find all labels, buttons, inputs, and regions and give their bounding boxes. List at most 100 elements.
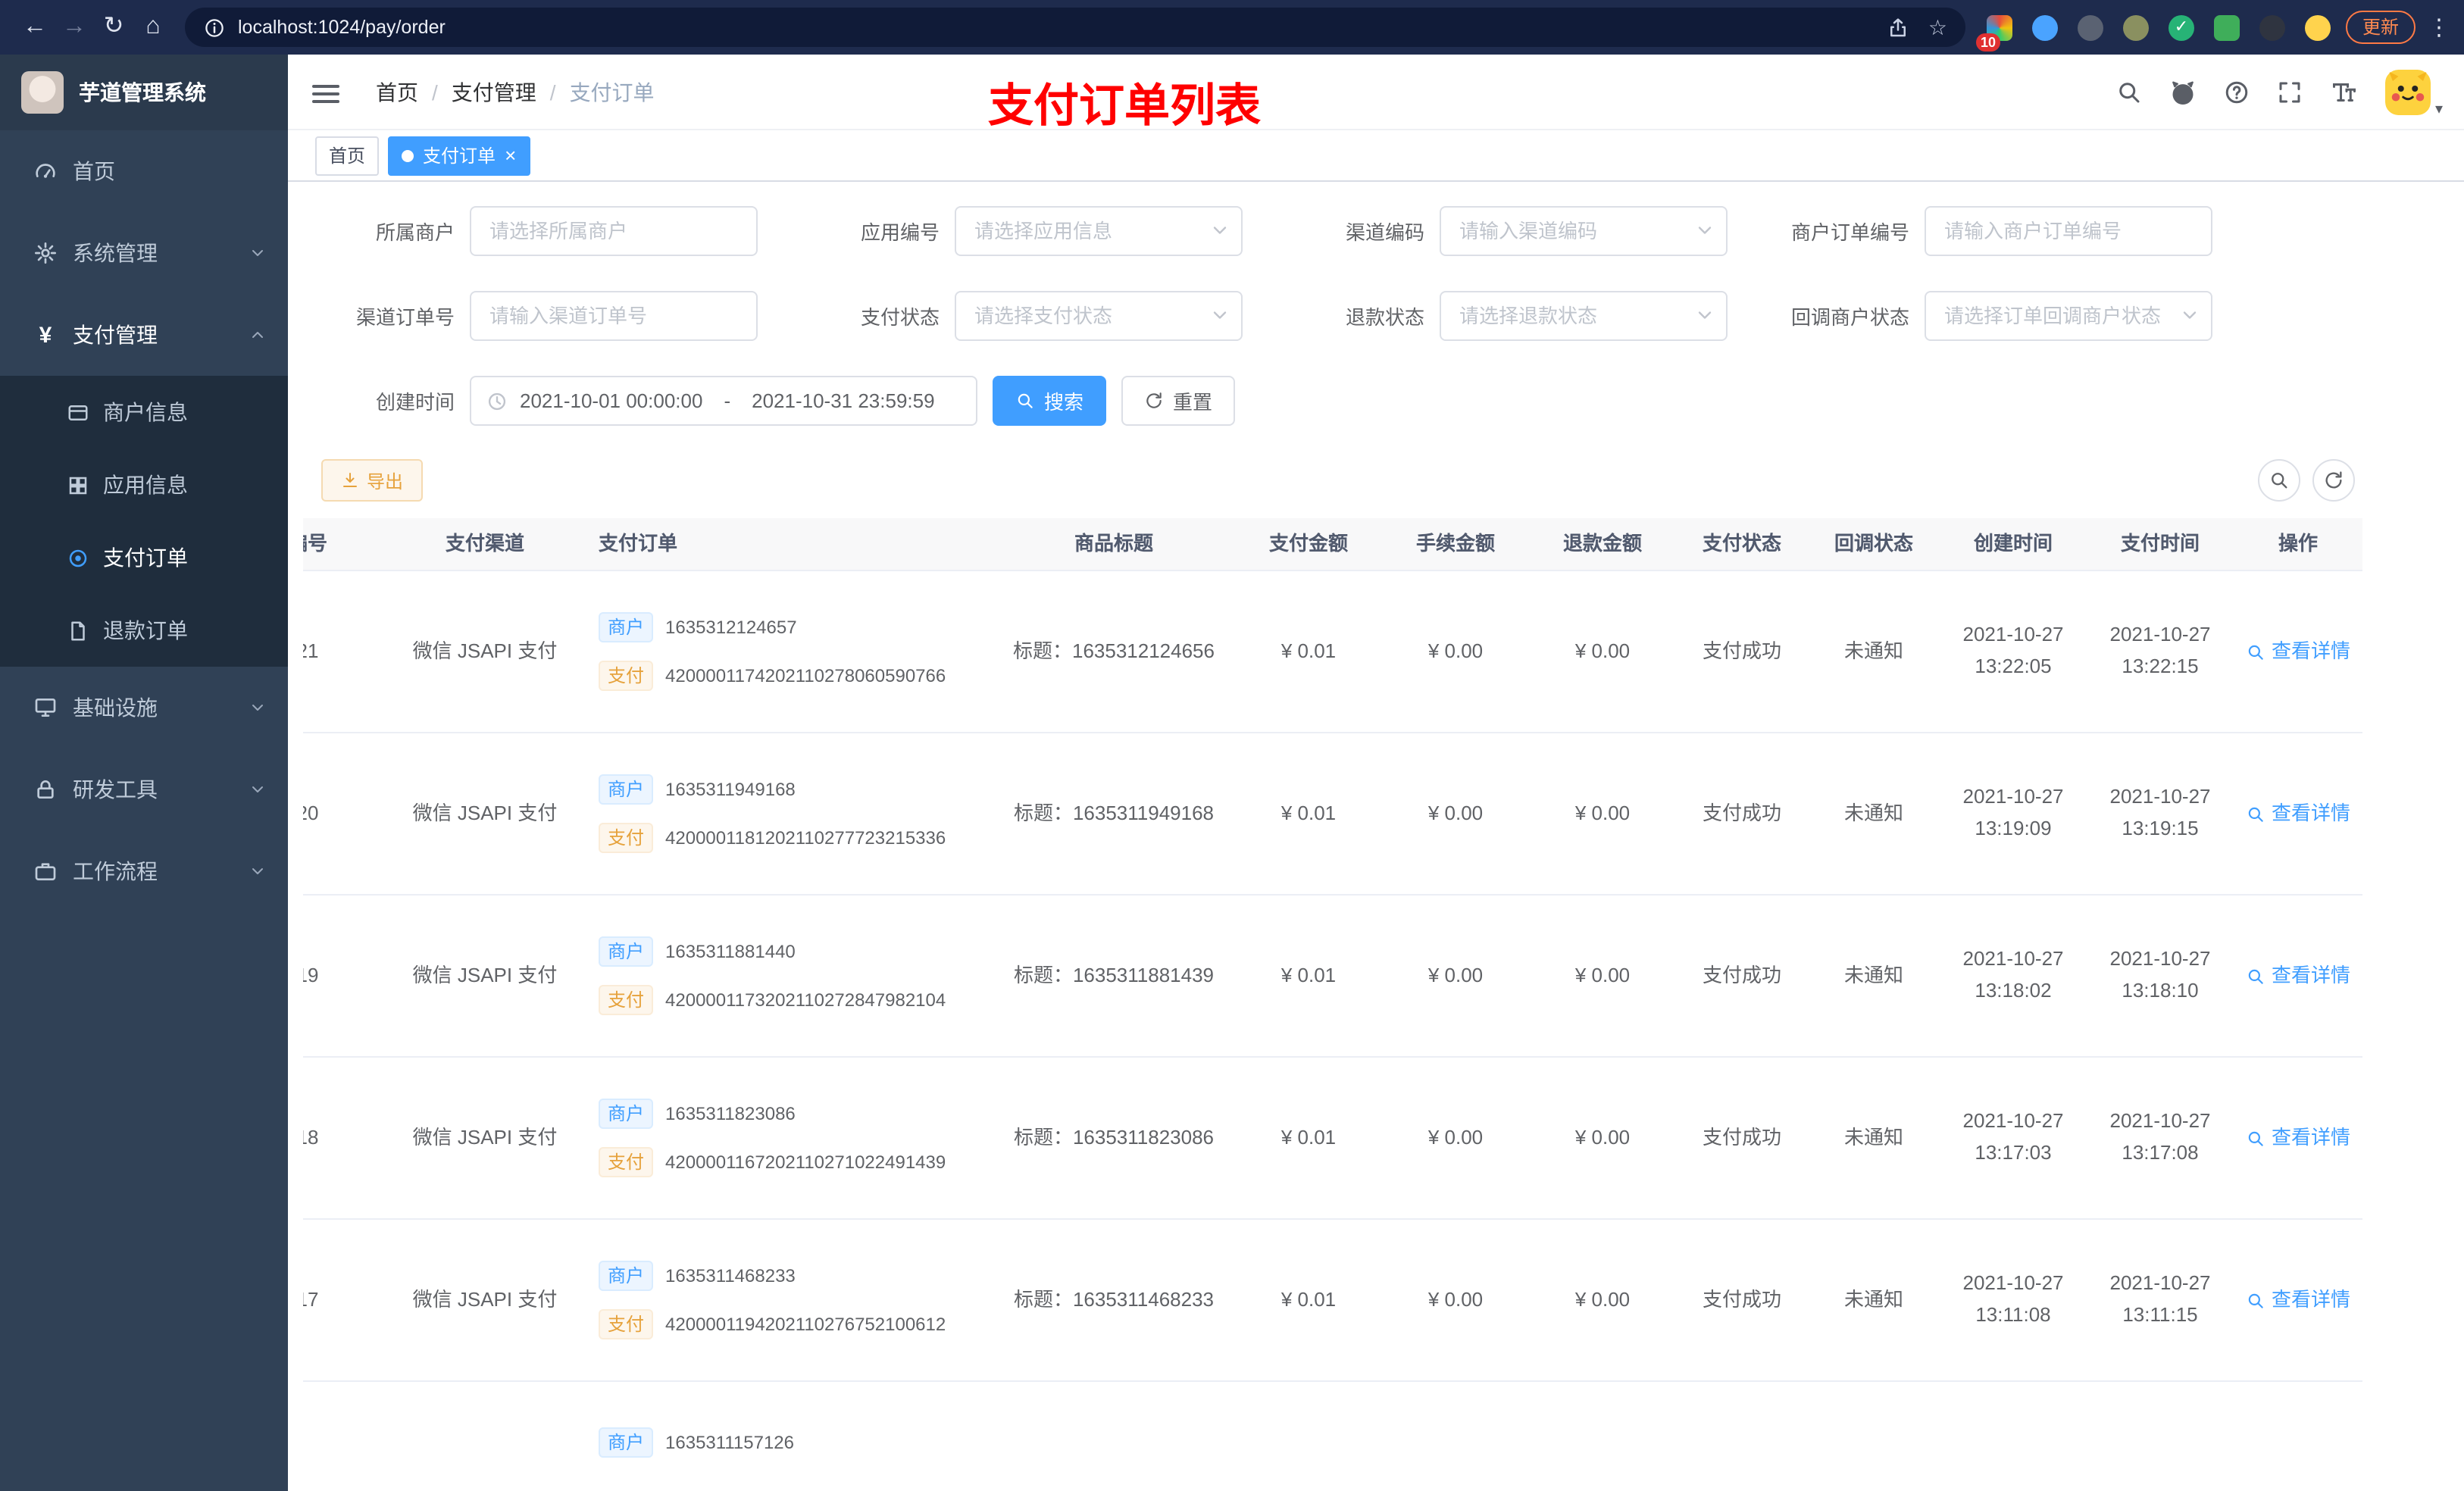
merchant-order-no: 1635311157126 [665, 1432, 794, 1453]
extension-drop-icon[interactable] [2031, 14, 2058, 40]
browser-profile-avatar[interactable] [2304, 14, 2331, 40]
browser-update-button[interactable]: 更新 [2345, 11, 2416, 44]
sidebar-fold-icon[interactable] [312, 80, 339, 105]
extension-circle-icon[interactable] [2122, 14, 2149, 40]
search-icon[interactable] [2115, 79, 2143, 106]
gear-icon [33, 241, 58, 265]
browser-home-icon[interactable]: ⌂ [133, 8, 173, 47]
view-detail-link[interactable]: 查看详情 [2246, 637, 2350, 667]
create-date: 2021-10-27 [1962, 947, 2064, 971]
screen: ← → ↻ ⌂ localhost:1024/pay/order ☆ 10 ✓ … [0, 0, 2464, 1491]
table-refresh-button[interactable] [2312, 459, 2355, 502]
pay-amount: ¥ 0.01 [1280, 964, 1337, 987]
view-detail-link[interactable]: 查看详情 [2246, 799, 2350, 829]
col-header-id: 编号 [303, 532, 327, 555]
search-icon [2246, 1290, 2265, 1310]
search-icon [2246, 1128, 2265, 1148]
sidebar-item-home[interactable]: 首页 [0, 130, 288, 212]
col-header-channel: 支付渠道 [445, 532, 524, 555]
sidebar-item-app-info[interactable]: 应用信息 [0, 449, 288, 521]
browser-toolbar: ← → ↻ ⌂ localhost:1024/pay/order ☆ 10 ✓ … [0, 0, 2464, 55]
sidebar: 芋道管理系统 首页 系统管理 ¥ 支付管理 商户信息 应用信息 支付订单 退款订… [0, 55, 288, 1491]
sidebar-item-workflow[interactable]: 工作流程 [0, 830, 288, 912]
create-time-range-picker[interactable]: 2021-10-01 00:00:00 - 2021-10-31 23:59:5… [470, 376, 977, 426]
sidebar-item-dev-tools[interactable]: 研发工具 [0, 749, 288, 830]
browser-forward-icon[interactable]: → [55, 8, 94, 47]
merchant-order-no: 1635311881440 [665, 941, 796, 962]
pay-status-filter-select[interactable] [955, 291, 1243, 341]
pay-time: 13:22:15 [2122, 655, 2199, 677]
pay-time: 13:18:10 [2122, 979, 2199, 1002]
extension-puzzle-icon[interactable]: 10 [1975, 14, 2012, 51]
merchant-tag: 商户 [599, 936, 654, 967]
channel-order-no-filter-input[interactable] [470, 291, 758, 341]
navbar-actions: ▾ [2115, 55, 2443, 130]
tab-payment-order[interactable]: 支付订单 × [388, 136, 530, 175]
sidebar-item-payment-order[interactable]: 支付订单 [0, 521, 288, 594]
notify-status-filter-select[interactable] [1925, 291, 2212, 341]
app-logo-row[interactable]: 芋道管理系统 [0, 55, 288, 130]
table-row: 17 微信 JSAPI 支付 商户 1635311468233 支付 4200001… [303, 1220, 2362, 1382]
order-id: 20 [303, 802, 319, 825]
sidebar-item-payment-management[interactable]: ¥ 支付管理 [0, 294, 288, 376]
chevron-up-icon [249, 326, 267, 344]
sidebar-item-merchant-info[interactable]: 商户信息 [0, 376, 288, 449]
export-button[interactable]: 导出 [321, 459, 424, 502]
reset-button[interactable]: 重置 [1121, 376, 1236, 426]
refund-amount: ¥ 0.00 [1574, 1126, 1631, 1149]
menu-label: 基础设施 [73, 695, 158, 720]
order-id: 21 [303, 639, 319, 663]
github-icon[interactable] [2169, 78, 2197, 107]
sidebar-item-infrastructure[interactable]: 基础设施 [0, 667, 288, 749]
create-time: 13:17:03 [1975, 1141, 2052, 1164]
fullscreen-icon[interactable] [2276, 79, 2303, 106]
extension-check-icon[interactable]: ✓ [2168, 14, 2194, 40]
share-icon[interactable] [1887, 16, 1910, 39]
bookmark-star-icon[interactable]: ☆ [1928, 14, 1947, 40]
merchant-filter-input[interactable] [470, 206, 758, 256]
sidebar-item-refund-order[interactable]: 退款订单 [0, 594, 288, 667]
extension-badge: 10 [1975, 33, 2000, 51]
payment-submenu: 商户信息 应用信息 支付订单 退款订单 [0, 376, 288, 667]
refund-status-filter-select[interactable] [1440, 291, 1728, 341]
col-header-pay-order: 支付订单 [599, 532, 678, 555]
menu-label: 退款订单 [103, 618, 188, 642]
table-search-toggle-button[interactable] [2258, 459, 2300, 502]
app-logo [21, 71, 64, 114]
help-icon[interactable] [2223, 79, 2250, 106]
document-icon [67, 619, 89, 642]
font-size-icon[interactable] [2329, 79, 2359, 106]
view-detail-link[interactable]: 查看详情 [2246, 961, 2350, 991]
pay-tag: 支付 [599, 1147, 654, 1177]
breadcrumb-home[interactable]: 首页 [376, 77, 418, 108]
pay-channel: 微信 JSAPI 支付 [412, 964, 558, 987]
fee-amount: ¥ 0.00 [1427, 1288, 1484, 1311]
breadcrumb: 首页 / 支付管理 / 支付订单 [376, 77, 655, 108]
search-icon [1015, 391, 1035, 411]
browser-reload-icon[interactable]: ↻ [94, 8, 133, 47]
browser-menu-icon[interactable]: ⋮ [2428, 14, 2450, 41]
search-button[interactable]: 搜索 [993, 376, 1107, 426]
breadcrumb-payment-management[interactable]: 支付管理 [452, 77, 536, 108]
user-avatar[interactable]: ▾ [2385, 70, 2443, 118]
close-icon[interactable]: × [505, 145, 516, 165]
browser-back-icon[interactable]: ← [15, 8, 55, 47]
merchant-order-no-filter-input[interactable] [1925, 206, 2212, 256]
address-bar[interactable]: localhost:1024/pay/order ☆ [185, 8, 1965, 47]
sidebar-item-system-management[interactable]: 系统管理 [0, 212, 288, 294]
pay-tag: 支付 [599, 1309, 654, 1339]
breadcrumb-separator: / [432, 80, 438, 105]
extension-chat-icon[interactable] [2213, 14, 2240, 40]
view-detail-link[interactable]: 查看详情 [2246, 1124, 2350, 1153]
product-title: 标题：1635312124656 [1013, 639, 1215, 663]
app-title: 芋道管理系统 [79, 80, 206, 105]
app-id-filter-select[interactable] [955, 206, 1243, 256]
extension-globe-icon[interactable] [2077, 14, 2103, 40]
site-info-icon[interactable] [203, 16, 226, 39]
col-header-fee: 手续金额 [1415, 532, 1495, 555]
tab-home[interactable]: 首页 [315, 136, 380, 175]
view-detail-link[interactable]: 查看详情 [2246, 1286, 2350, 1315]
extension-pin-icon[interactable] [2259, 14, 2285, 40]
channel-code-filter-select[interactable] [1440, 206, 1728, 256]
card-icon [67, 401, 89, 424]
